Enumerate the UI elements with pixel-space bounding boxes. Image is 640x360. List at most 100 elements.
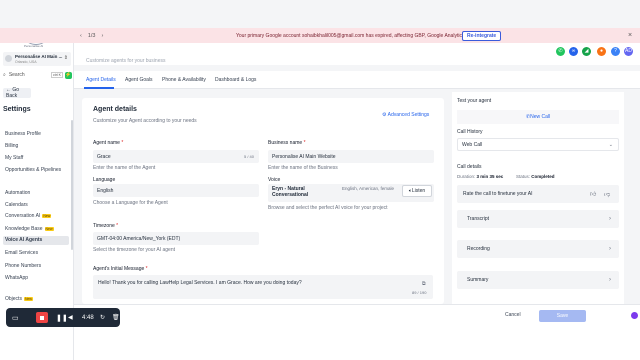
sidebar-item-knowledge-base[interactable]: Knowledge Base New [5, 226, 54, 232]
cancel-button[interactable]: Cancel [505, 312, 521, 318]
new-badge: New [42, 214, 52, 218]
chat-widget-icon[interactable] [631, 312, 638, 319]
initial-message-count: 89 / 190 [412, 290, 427, 295]
new-badge: New [23, 297, 33, 301]
duration: Duration: 3 min 35 sec [457, 174, 504, 179]
thumbs-up-icon[interactable]: 👍︎ [590, 190, 596, 198]
tab-bar [74, 71, 640, 89]
banner-pager: ‹ 1/3 › [80, 33, 103, 39]
sidebar-item-whatsapp[interactable]: WhatsApp [5, 275, 28, 281]
chevron-right-icon[interactable]: › [102, 33, 104, 39]
sidebar-item-automation[interactable]: Automation [5, 190, 30, 196]
account-switcher[interactable]: Personalise AI Main ... Orlando, USA ⇕ [3, 52, 71, 66]
trash-icon[interactable]: 🗑︎ [112, 314, 120, 321]
sidebar-item-email-services[interactable]: Email Services [5, 250, 38, 256]
megaphone-icon[interactable]: ◢ [582, 47, 591, 56]
business-name-hint: Enter the name of the Business [268, 165, 338, 171]
search-shortcut: ctrl K [51, 72, 63, 78]
sidebar-item-label: Knowledge Base [5, 226, 43, 232]
sidebar-scrollbar[interactable] [71, 120, 73, 250]
advanced-settings-label: Advanced Settings [387, 112, 430, 118]
rate-call-text: Rate the call to finetune your AI [463, 191, 533, 197]
initial-message-label: Agent's Initial Message * [93, 266, 148, 272]
phone-icon[interactable]: ✆ [556, 47, 565, 56]
copy-icon[interactable]: ⧉ [422, 281, 426, 287]
business-name-input[interactable]: Personalise AI Main Website [268, 150, 434, 163]
avatar[interactable]: AD [624, 47, 633, 56]
camera-icon[interactable]: ▭ [12, 314, 19, 322]
agent-name-hint: Enter the name of the Agent [93, 165, 156, 171]
sidebar-item-label: Objects [5, 296, 22, 302]
call-details-title: Call details [457, 164, 482, 170]
summary-accordion[interactable]: Summary › [457, 271, 619, 289]
language-select[interactable]: English [93, 184, 259, 197]
recording-accordion[interactable]: Recording › [457, 240, 619, 258]
account-name: Personalise AI Main ... [15, 54, 63, 59]
account-icon [5, 55, 12, 62]
call-history-label: Call History [457, 129, 483, 135]
sidebar-item-billing[interactable]: Billing [5, 143, 18, 149]
new-call-label: New Call [530, 114, 551, 120]
link-icon[interactable]: ∞ [569, 47, 578, 56]
search-label: Search [8, 72, 25, 78]
account-location: Orlando, USA [15, 60, 37, 64]
advanced-settings-link[interactable]: ⚙ Advanced Settings [382, 112, 429, 118]
initial-message-value: Hello! Thank you for calling LawHelp Leg… [98, 280, 302, 286]
voice-hint: Browse and select the perfect AI voice f… [268, 205, 388, 211]
help-icon[interactable]: ? [611, 47, 620, 56]
sidebar-item-calendars[interactable]: Calendars [5, 202, 28, 208]
save-button[interactable]: Save [539, 310, 586, 322]
notification-banner: ‹ 1/3 › Your primary Google account soha… [0, 28, 640, 43]
call-history-value: Web Call [462, 141, 483, 148]
listen-button[interactable]: 🔈︎ Listen [402, 185, 432, 197]
business-name-label: Business name * [268, 140, 306, 146]
restart-icon[interactable]: ↻ [100, 314, 105, 321]
sidebar-item-business-profile[interactable]: Business Profile [5, 131, 41, 137]
new-badge: New [44, 227, 54, 231]
new-call-button[interactable]: ✆ New Call [457, 110, 619, 124]
go-back-button[interactable]: ← Go Back [3, 87, 31, 99]
pause-icon[interactable]: ❚❚ [56, 314, 68, 322]
sidebar-item-conversation-ai[interactable]: Conversation AI New [5, 213, 52, 219]
chevron-left-icon[interactable]: ‹ [80, 33, 82, 39]
timezone-select[interactable]: GMT-04:00 America/New_York (EDT) [93, 232, 259, 245]
lightning-icon[interactable]: ⚡ [65, 71, 72, 79]
chevron-right-icon: › [609, 216, 611, 222]
call-history-select[interactable]: Web Call ⌄ [457, 138, 619, 151]
thumbs-down-icon[interactable]: 👎︎ [604, 190, 610, 198]
active-tab-indicator [84, 87, 114, 89]
agent-name-input[interactable]: Grace 5 / 40 [93, 150, 259, 163]
language-label: Language [93, 177, 116, 183]
agent-name-value: Grace [97, 153, 111, 160]
chevron-right-icon: › [609, 246, 611, 252]
sidebar-item-my-staff[interactable]: My Staff [5, 155, 23, 161]
timezone-hint: Select the timezone for your AI agent [93, 247, 175, 253]
initial-message-textarea[interactable] [93, 275, 433, 299]
voice-name: Eryn - Natural Conversational [272, 186, 309, 198]
sidebar-item-phone-numbers[interactable]: Phone Numbers [5, 263, 41, 269]
mute-icon[interactable]: ◀ [68, 314, 73, 321]
search-icon: ⌕ [3, 72, 6, 78]
banner-message: Your primary Google account sohaibkhalil… [236, 32, 476, 39]
tab-dashboard-logs[interactable]: Dashboard & Logs [215, 77, 256, 83]
voice-meta: English, American, female [342, 186, 395, 191]
voice-label: Voice [268, 177, 281, 183]
close-icon[interactable]: × [628, 32, 632, 39]
sidebar-item-opportunities[interactable]: Opportunities & Pipelines [5, 167, 61, 173]
agent-name-label: Agent name * [93, 140, 124, 146]
transcript-accordion[interactable]: Transcript › [457, 210, 619, 228]
agent-details-title: Agent details [93, 106, 137, 113]
tab-phone-availability[interactable]: Phone & Availability [162, 77, 206, 83]
bell-icon[interactable]: ● [597, 47, 606, 56]
reintegrate-button[interactable]: Re-integrate [462, 30, 502, 41]
call-status: Status: Completed [516, 174, 555, 179]
sidebar-item-voice-ai-agents[interactable]: Voice AI Agents [3, 236, 69, 245]
tab-agent-details[interactable]: Agent Details [86, 77, 116, 83]
sidebar-item-objects[interactable]: Objects New [5, 296, 33, 302]
tab-agent-goals[interactable]: Agent Goals [125, 77, 153, 83]
agent-name-count: 5 / 40 [243, 154, 254, 159]
page-subtitle: Customize agents for your business [86, 58, 166, 64]
logo-text: Personalise AI [24, 44, 44, 48]
recording-timer: 4:48 [82, 314, 94, 321]
search-button[interactable]: ⌕ Search ctrl K ⚡ [3, 70, 72, 80]
